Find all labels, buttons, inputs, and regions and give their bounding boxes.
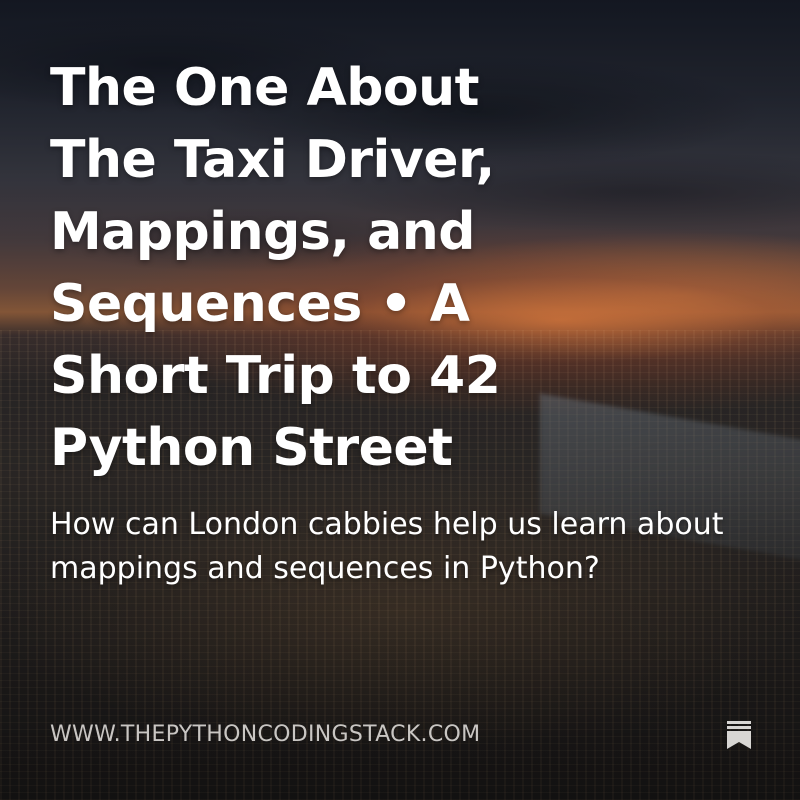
post-subtitle: How can London cabbies help us learn abo… — [50, 507, 724, 586]
bookmark-icon-middle-bar — [727, 726, 751, 729]
bookmark-icon[interactable] — [726, 720, 752, 750]
site-url-link[interactable]: WWW.THEPYTHONCODINGSTACK.COM — [50, 722, 480, 747]
post-title: The One About The Taxi Driver, Mappings,… — [50, 58, 501, 478]
bookmark-icon-ribbon — [727, 731, 751, 749]
post-preview-card: The One About The Taxi Driver, Mappings,… — [0, 0, 800, 800]
bookmark-icon-top-bar — [727, 721, 751, 724]
